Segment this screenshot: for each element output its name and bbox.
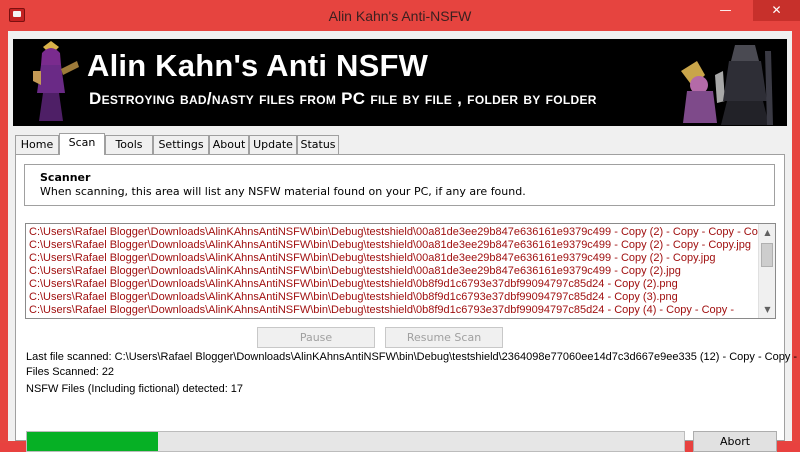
pause-button[interactable]: Pause [257, 327, 375, 348]
list-item[interactable]: C:\Users\Rafael Blogger\Downloads\AlinKA… [29, 239, 751, 252]
list-item[interactable]: C:\Users\Rafael Blogger\Downloads\AlinKA… [29, 278, 678, 291]
last-file-scanned: Last file scanned: C:\Users\Rafael Blogg… [26, 351, 798, 363]
tab-home[interactable]: Home [15, 135, 59, 154]
banner-subtitle: Destroying bad/nasty files from PC file … [89, 89, 597, 108]
scanner-info-box: Scanner When scanning, this area will li… [24, 164, 775, 206]
files-scanned-count: Files Scanned: 22 [26, 366, 115, 378]
resume-scan-button[interactable]: Resume Scan [385, 327, 503, 348]
list-item[interactable]: C:\Users\Rafael Blogger\Downloads\AlinKA… [29, 265, 681, 278]
scanner-heading: Scanner [40, 171, 91, 184]
tab-status[interactable]: Status [297, 135, 339, 154]
scan-tab-panel: Scanner When scanning, this area will li… [15, 154, 797, 452]
list-item[interactable]: C:\Users\Rafael Blogger\Downloads\AlinKA… [29, 291, 678, 304]
progress-fill [27, 432, 159, 451]
minimize-button[interactable]: — [712, 0, 739, 21]
scroll-down-icon[interactable]: ▼ [759, 301, 775, 318]
vertical-scrollbar[interactable]: ▲ ▼ [758, 224, 775, 318]
tab-update[interactable]: Update [249, 135, 297, 154]
client-area: Alin Kahn's Anti NSFW Destroying bad/nas… [8, 31, 797, 452]
scroll-thumb[interactable] [761, 243, 773, 267]
title-bar[interactable]: Alin Kahn's Anti-NSFW — □ ✕ [0, 0, 800, 31]
close-button[interactable]: ✕ [753, 0, 800, 21]
scan-progress-bar [26, 431, 685, 452]
list-item[interactable]: C:\Users\Rafael Blogger\Downloads\AlinKA… [29, 304, 734, 317]
list-item[interactable]: C:\Users\Rafael Blogger\Downloads\AlinKA… [29, 226, 772, 239]
header-banner: Alin Kahn's Anti NSFW Destroying bad/nas… [13, 39, 787, 126]
nsfw-detected-count: NSFW Files (Including fictional) detecte… [26, 383, 244, 395]
banner-title: Alin Kahn's Anti NSFW [87, 48, 429, 83]
list-item[interactable]: C:\Users\Rafael Blogger\Downloads\AlinKA… [29, 252, 716, 265]
window-title: Alin Kahn's Anti-NSFW [328, 8, 472, 24]
detected-files-list[interactable]: C:\Users\Rafael Blogger\Downloads\AlinKA… [25, 223, 776, 319]
tab-settings[interactable]: Settings [153, 135, 209, 154]
scroll-up-icon[interactable]: ▲ [759, 224, 775, 241]
scanner-description: When scanning, this area will list any N… [40, 185, 526, 198]
archer-queen-character-image [33, 41, 79, 121]
tab-scan[interactable]: Scan [59, 133, 105, 155]
knight-characters-image [681, 45, 773, 125]
app-window: Alin Kahn's Anti-NSFW — □ ✕ Alin Kahn's … [0, 0, 800, 452]
tab-tools[interactable]: Tools [105, 135, 153, 154]
abort-button[interactable]: Abort [693, 431, 777, 452]
tab-about[interactable]: About [209, 135, 249, 154]
